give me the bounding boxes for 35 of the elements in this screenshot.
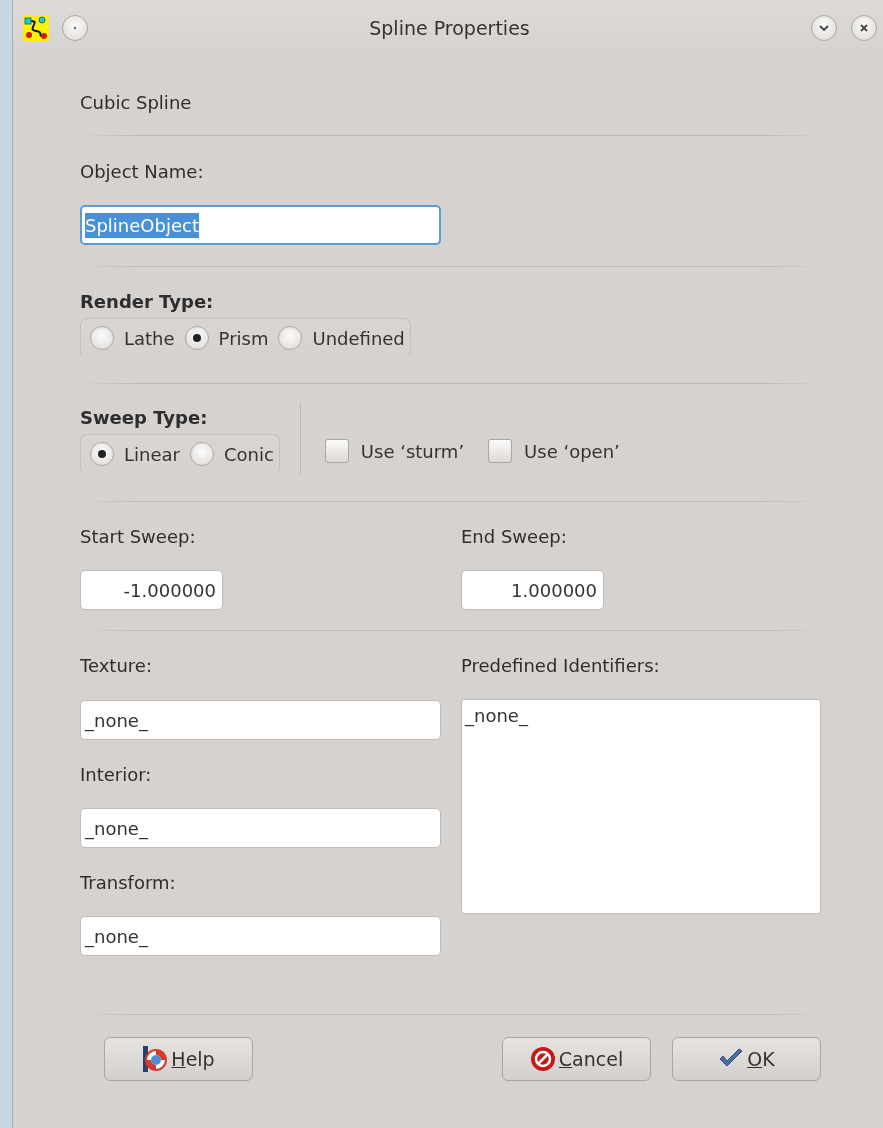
checkbox[interactable]: Use ‘sturm’ [324,439,465,463]
chevron-down-icon [818,23,830,32]
cancel-icon [529,1046,556,1072]
close-button[interactable] [851,14,877,41]
field-label: Texture: [80,654,152,678]
field-label: Object Name: [80,160,204,184]
dialog-heading: Cubic Spline [80,91,192,115]
radio-button[interactable]: Linear [90,442,180,466]
lifebuoy-icon [142,1045,169,1073]
help-button[interactable]: Help [104,1037,253,1081]
close-icon [859,22,869,33]
text-field[interactable]: _none_ [80,700,441,740]
radio-button[interactable]: Conic [189,442,274,466]
ok-button[interactable]: OK [672,1037,821,1081]
field-label: End Sweep: [461,525,567,549]
window-title: Spline Properties [368,16,531,39]
field-label: Transform: [80,871,176,895]
identifier-list[interactable]: _none_ [461,699,821,914]
radio-button[interactable]: Lathe [90,326,175,350]
group-label: Render Type: [80,290,214,314]
number-field[interactable]: 1.000000 [461,570,604,610]
field-label: Interior: [80,763,152,787]
number-field[interactable]: -1.000000 [80,570,223,610]
radio-button[interactable]: Prism [184,326,269,350]
text-field[interactable]: _none_ [80,916,441,956]
text-field[interactable]: _none_ [80,808,441,848]
checkbox[interactable]: Use ‘open’ [488,439,620,463]
field-label: Predefined Identifiers: [461,654,660,678]
list-item[interactable]: _none_ [465,704,817,728]
radio-button[interactable]: Undefined [278,326,405,350]
app-icon [22,13,50,42]
field-label: Start Sweep: [80,525,196,549]
group-label: Sweep Type: [80,406,208,430]
cancel-button[interactable]: Cancel [502,1037,651,1081]
minimize-button[interactable] [811,14,837,41]
